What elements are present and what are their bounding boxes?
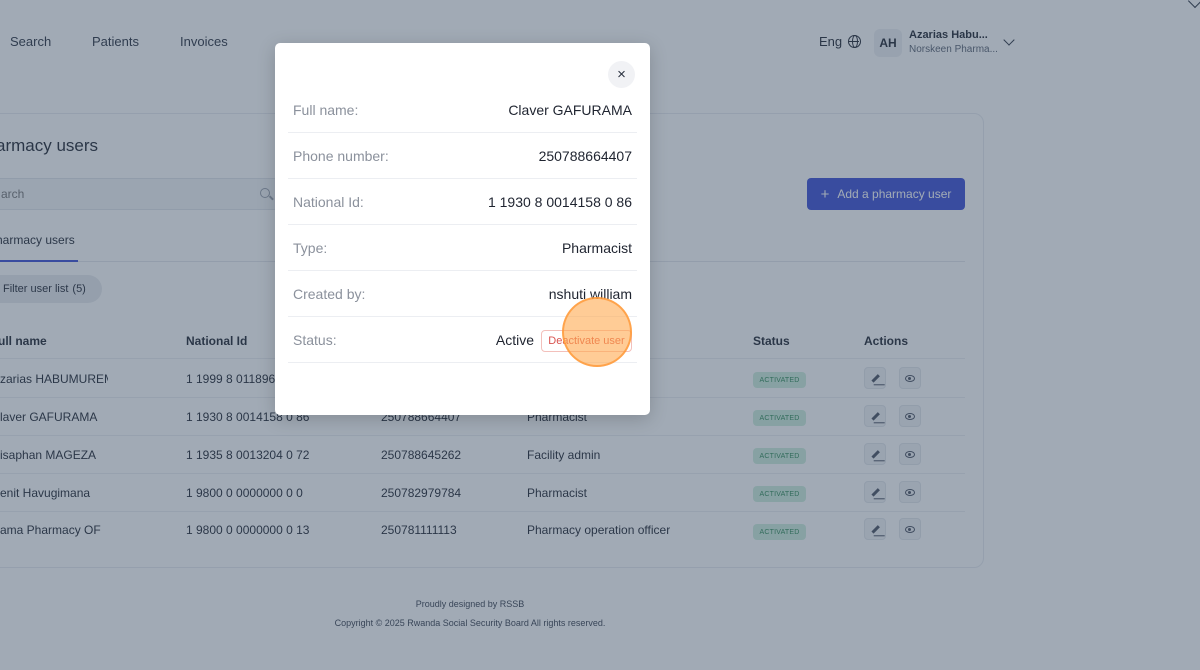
detail-label: Status: (293, 332, 337, 348)
detail-row-phone: Phone number: 250788664407 (288, 133, 637, 179)
detail-value: 250788664407 (538, 148, 632, 164)
detail-label: National Id: (293, 194, 364, 210)
close-icon: × (617, 66, 626, 83)
detail-label: Type: (293, 240, 328, 256)
detail-value: Pharmacist (561, 240, 632, 256)
detail-label: Full name: (293, 102, 359, 118)
detail-label: Created by: (293, 286, 366, 302)
detail-value: 1 1930 8 0014158 0 86 (487, 194, 632, 210)
detail-row-full-name: Full name: Claver GAFURAMA (288, 87, 637, 133)
close-button[interactable]: × (608, 61, 635, 88)
detail-row-national-id: National Id: 1 1930 8 0014158 0 86 (288, 179, 637, 225)
detail-label: Phone number: (293, 148, 389, 164)
detail-row-type: Type: Pharmacist (288, 225, 637, 271)
cursor-highlight (562, 297, 632, 367)
detail-value: Claver GAFURAMA (508, 102, 632, 118)
status-value: Active (495, 332, 534, 348)
page: Search Patients Invoices Eng AH Azarias … (0, 0, 1200, 670)
